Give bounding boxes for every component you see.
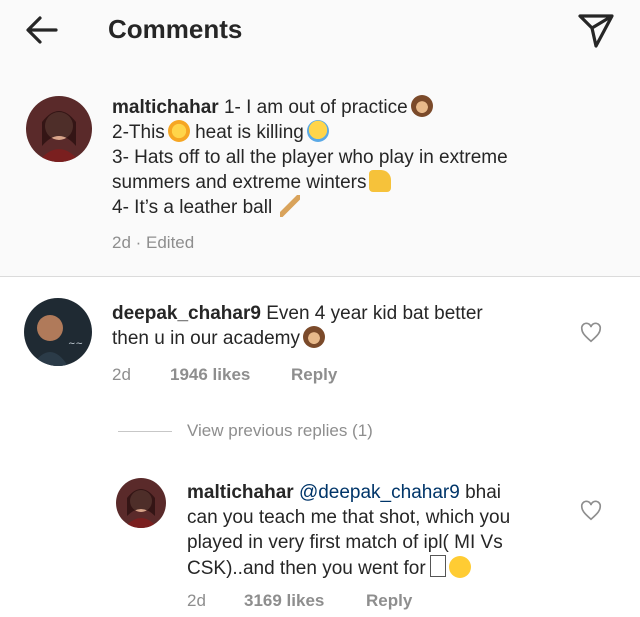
thinking-face-icon (448, 556, 471, 578)
thumbs-up-icon (369, 170, 392, 192)
reply-time: 2d (187, 591, 206, 610)
comment-text: deepak_chahar9 Even 4 year kid bat bette… (112, 303, 483, 349)
caption-meta: 2d · Edited (112, 233, 195, 252)
see-no-evil-monkey-icon (303, 326, 326, 348)
like-count[interactable]: 3169 likes (244, 590, 324, 612)
view-previous-replies-link[interactable]: View previous replies (1) (187, 421, 373, 441)
cricket-bat-icon (280, 195, 301, 217)
top-bar (0, 0, 640, 73)
mention-link[interactable]: @deepak_chahar9 (299, 482, 460, 503)
heart-icon[interactable] (580, 500, 602, 522)
heart-icon[interactable] (580, 322, 602, 344)
reply-button[interactable]: Reply (366, 590, 412, 612)
reply-button[interactable]: Reply (291, 364, 337, 386)
divider (118, 431, 172, 432)
paper-plane-icon[interactable] (574, 8, 618, 50)
reply-text: maltichahar @deepak_chahar9 bhai can you… (187, 482, 511, 579)
screaming-face-icon (306, 120, 329, 142)
username[interactable]: maltichahar (187, 482, 294, 503)
arrow-left-icon[interactable] (22, 12, 62, 48)
caption-text: maltichahar 1- I am out of practice 2-Th… (112, 95, 508, 218)
username[interactable]: maltichahar (112, 97, 219, 118)
avatar[interactable]: ~~ (24, 298, 92, 366)
page-title: Comments (108, 14, 243, 44)
svg-text:~~: ~~ (68, 339, 83, 349)
avatar[interactable] (26, 96, 92, 162)
comment-time: 2d (112, 365, 131, 384)
username[interactable]: deepak_chahar9 (112, 303, 261, 324)
like-count[interactable]: 1946 likes (170, 364, 250, 386)
see-no-evil-monkey-icon (410, 95, 433, 117)
sun-icon (167, 120, 190, 142)
missing-glyph-icon (429, 555, 446, 577)
avatar[interactable] (116, 478, 166, 528)
